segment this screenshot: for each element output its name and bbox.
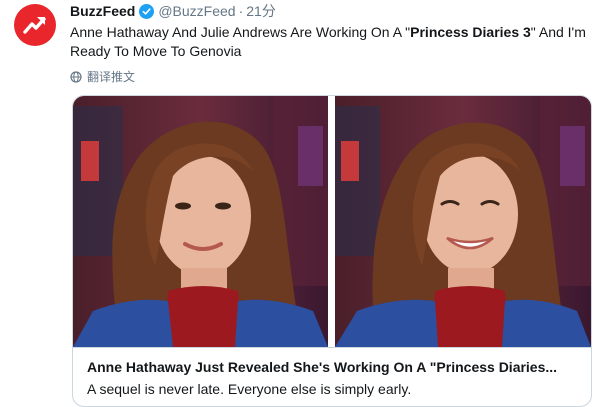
separator-dot: · (238, 3, 244, 19)
tweet-text-start: Anne Hathaway And Julie Andrews Are Work… (70, 24, 411, 40)
account-name[interactable]: BuzzFeed (70, 2, 135, 20)
tweet-header: BuzzFeed @BuzzFeed · 21分 Anne Hathaway A… (70, 2, 594, 61)
translate-tweet-link[interactable]: 翻译推文 (70, 68, 135, 85)
image-divider (328, 96, 335, 347)
tweet-text: Anne Hathaway And Julie Andrews Are Work… (70, 23, 590, 61)
name-line: BuzzFeed @BuzzFeed · 21分 (70, 2, 594, 20)
link-card[interactable]: Anne Hathaway Just Revealed She's Workin… (72, 95, 592, 407)
card-image-right[interactable] (335, 96, 591, 347)
card-description: A sequel is never late. Everyone else is… (87, 381, 412, 397)
card-title[interactable]: Anne Hathaway Just Revealed She's Workin… (87, 359, 577, 375)
verified-badge-icon (139, 3, 155, 19)
tweet-timestamp[interactable]: 21分 (246, 2, 276, 20)
trending-arrow-icon (23, 17, 46, 34)
card-image-left[interactable] (73, 96, 328, 347)
tweet-text-bold: Princess Diaries 3 (410, 24, 531, 40)
globe-icon (70, 70, 82, 83)
avatar[interactable] (14, 4, 56, 46)
translate-label: 翻译推文 (87, 70, 136, 84)
card-text-area[interactable]: Anne Hathaway Just Revealed She's Workin… (73, 347, 591, 397)
account-handle[interactable]: @BuzzFeed (158, 2, 235, 20)
